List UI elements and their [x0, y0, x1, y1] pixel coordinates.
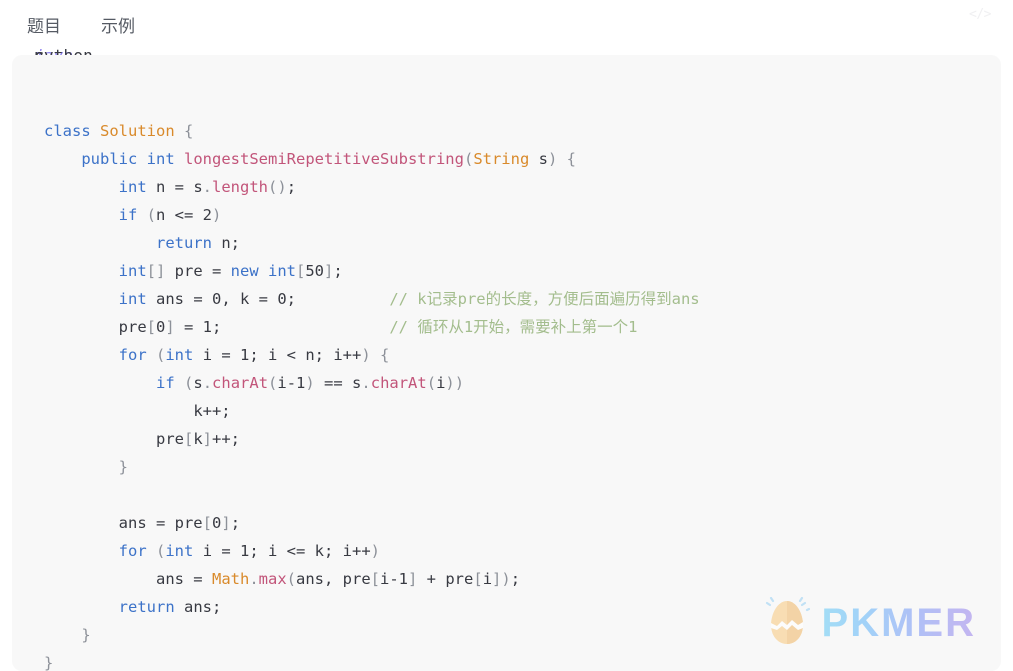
- code-line: int n = s.length();: [118, 178, 297, 196]
- code-line: int[] pre = new int[50];: [118, 262, 343, 280]
- code-line: pre[k]++;: [155, 430, 241, 448]
- inline-comment: // 循环从1开始，需要补上第一个1: [389, 318, 638, 336]
- code-content: class Solution { public int longestSemiR…: [44, 89, 700, 671]
- code-line: if (n <= 2): [118, 206, 222, 224]
- tab-bar: 题目 示例 java python c: [0, 0, 1013, 81]
- code-line: return n;: [155, 234, 240, 252]
- tab-example[interactable]: 示例: [99, 10, 137, 46]
- tab-example-label: 示例: [101, 16, 135, 36]
- pkmer-watermark: PKMER: [764, 596, 976, 649]
- pkmer-brand-text: PKMER: [821, 601, 976, 645]
- code-line: }: [118, 458, 128, 476]
- code-line: for (int i = 1; i <= k; i++): [118, 542, 381, 560]
- code-line: ans = Math.max(ans, pre[i-1] + pre[i]);: [155, 570, 521, 588]
- code-line: k++;: [193, 402, 231, 420]
- code-line: public int longestSemiRepetitiveSubstrin…: [81, 150, 576, 168]
- code-line: if (s.charAt(i-1) == s.charAt(i)): [155, 374, 465, 392]
- code-line: pre[0] = 1; // 循环从1开始，需要补上第一个1: [118, 318, 638, 336]
- code-line: ans = pre[0];: [118, 514, 241, 532]
- code-icon[interactable]: </>: [969, 7, 991, 22]
- egg-logo-icon: [764, 596, 810, 649]
- code-line: return ans;: [118, 598, 222, 616]
- inline-comment: // k记录pre的长度，方便后面遍历得到ans: [389, 290, 700, 308]
- code-line: }: [44, 654, 54, 671]
- code-line: }: [81, 626, 91, 644]
- code-line: int ans = 0, k = 0; // k记录pre的长度，方便后面遍历得…: [118, 290, 700, 308]
- code-block: class Solution { public int longestSemiR…: [12, 55, 1001, 671]
- page-root: 题目 示例 java python c </> class Solution {…: [0, 0, 1013, 671]
- code-line: class Solution {: [44, 122, 194, 140]
- code-line: for (int i = 1; i < n; i++) {: [118, 346, 390, 364]
- tab-problem-label: 题目: [27, 16, 61, 36]
